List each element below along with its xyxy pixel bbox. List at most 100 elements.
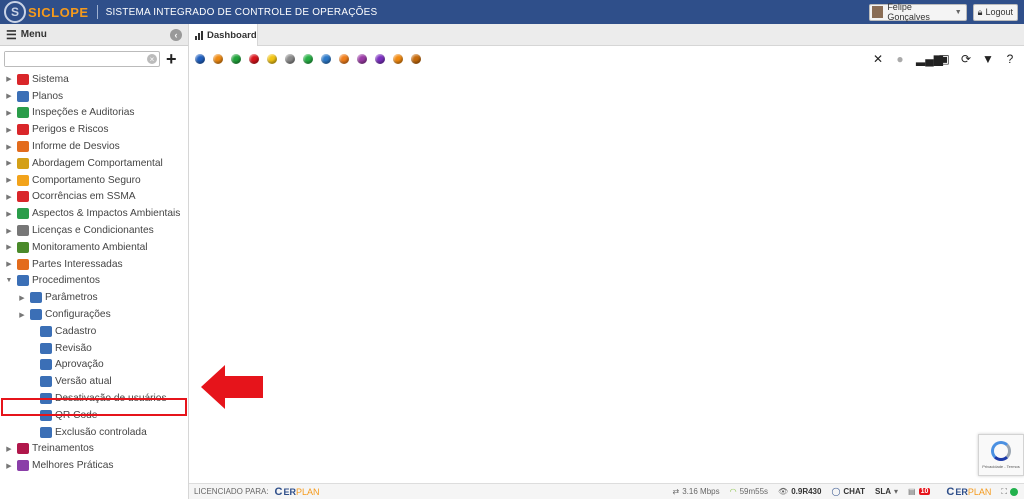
collapse-sidebar-icon[interactable]: ‹ <box>170 28 182 41</box>
expand-right-icon[interactable]: ▶ <box>17 311 27 319</box>
sidebar-item-versao-atual[interactable]: Versão atual <box>0 373 188 390</box>
refresh-icon[interactable]: ⟳ <box>960 52 972 66</box>
expand-right-icon[interactable]: ▶ <box>4 109 14 117</box>
sidebar-item-aspectos-impactos-ambientais[interactable]: ▶ Aspectos & Impactos Ambientais <box>0 205 188 222</box>
expand-right-icon[interactable]: ▶ <box>4 445 14 453</box>
sidebar-item-licencas-e-condicionantes[interactable]: ▶ Licenças e Condicionantes <box>0 222 188 239</box>
thumbs-up-icon <box>40 342 52 354</box>
notifications[interactable]: ▤ 10 <box>908 487 931 496</box>
status-filter-dot[interactable] <box>375 54 385 64</box>
status-filter-dot[interactable] <box>267 54 277 64</box>
sliders-icon <box>30 309 42 321</box>
circle-icon[interactable]: ● <box>894 52 906 66</box>
hamburger-icon[interactable]: ☰ <box>6 28 17 42</box>
status-filter-dot[interactable] <box>285 54 295 64</box>
status-filter-dot[interactable] <box>249 54 259 64</box>
status-filter-dot[interactable] <box>357 54 367 64</box>
expand-right-icon[interactable]: ▶ <box>4 243 14 251</box>
status-filter-dot[interactable] <box>393 54 403 64</box>
chat-icon: ◯ <box>831 487 841 496</box>
sidebar-item-label: Perigos e Riscos <box>32 124 109 136</box>
help-icon[interactable]: ? <box>1004 52 1016 66</box>
sidebar-item-cadastro[interactable]: Cadastro <box>0 323 188 340</box>
sidebar-item-perigos-e-riscos[interactable]: ▶ Perigos e Riscos <box>0 121 188 138</box>
sidebar-item-informe-de-desvios[interactable]: ▶ Informe de Desvios <box>0 138 188 155</box>
chat-button[interactable]: ◯ CHAT <box>831 487 865 496</box>
status-filter-dot[interactable] <box>231 54 241 64</box>
licensed-label: LICENCIADO PARA: <box>194 487 269 496</box>
expand-right-icon[interactable]: ▶ <box>4 462 14 470</box>
filter-icon[interactable]: ▼ <box>982 52 994 66</box>
logout-button[interactable]: 🔒︎ Logout <box>972 3 1018 21</box>
footer: LICENCIADO PARA: C ER PLAN ⇄ 3.16 Mbps ◠ 59… <box>189 483 1024 499</box>
sidebar-item-planos[interactable]: ▶ Planos <box>0 88 188 105</box>
helmet-icon <box>17 174 29 186</box>
fullscreen-button[interactable]: ⛶ <box>1001 487 1018 497</box>
diamond-icon <box>17 157 29 169</box>
sidebar-item-parametros[interactable]: ▶ Parâmetros <box>0 289 188 306</box>
logo-icon: S <box>4 1 26 23</box>
user-menu-button[interactable]: Felipe Gonçalves ▼ <box>868 2 967 22</box>
sidebar-item-revisao[interactable]: Revisão <box>0 340 188 357</box>
sidebar-item-label: Parâmetros <box>45 292 98 304</box>
recaptcha-badge[interactable]: Privacidade - Termos <box>978 434 1024 476</box>
sidebar-item-melhores-praticas[interactable]: ▶ Melhores Práticas <box>0 457 188 474</box>
sidebar-item-label: Informe de Desvios <box>32 141 120 153</box>
menu-search-input[interactable] <box>5 52 145 66</box>
sidebar-item-inspecoes-e-auditorias[interactable]: ▶ Inspeções e Auditorias <box>0 105 188 122</box>
sidebar-item-ocorrencias-em-ssma[interactable]: ▶ Ocorrências em SSMA <box>0 189 188 206</box>
sidebar-item-aprovacao[interactable]: Aprovação <box>0 357 188 374</box>
tab-label: Dashboard <box>207 29 257 41</box>
sidebar-item-label: Monitoramento Ambiental <box>32 241 148 253</box>
session-timer: ◠ 59m55s <box>729 487 769 496</box>
expand-right-icon[interactable]: ▶ <box>4 75 14 83</box>
calendar-icon <box>17 90 29 102</box>
erplan-logo-right: C ER PLAN <box>946 485 992 498</box>
sla-dropdown[interactable]: SLA ▾ <box>875 487 898 496</box>
expand-right-icon[interactable]: ▶ <box>4 176 14 184</box>
sidebar-item-comportamento-seguro[interactable]: ▶ Comportamento Seguro <box>0 172 188 189</box>
sidebar-item-procedimentos[interactable]: ▼ Procedimentos <box>0 273 188 290</box>
expand-right-icon[interactable]: ▶ <box>4 193 14 201</box>
expand-right-icon[interactable]: ▶ <box>17 294 27 302</box>
sidebar-item-sistema[interactable]: ▶ Sistema <box>0 71 188 88</box>
sidebar-item-label: Comportamento Seguro <box>32 174 141 186</box>
sidebar-item-partes-interessadas[interactable]: ▶ Partes Interessadas <box>0 256 188 273</box>
sidebar-item-treinamentos[interactable]: ▶ Treinamentos <box>0 441 188 458</box>
status-filter-dot[interactable] <box>213 54 223 64</box>
expand-right-icon[interactable]: ▶ <box>4 227 14 235</box>
status-filter-dot[interactable] <box>195 54 205 64</box>
people-icon <box>17 258 29 270</box>
close-icon[interactable]: ✕ <box>872 52 884 66</box>
menu-search-row: × + <box>0 46 188 70</box>
chevron-down-icon: ▾ <box>894 487 899 496</box>
status-filter-dot[interactable] <box>303 54 313 64</box>
eye-icon: 👁︎ <box>778 487 789 496</box>
monitor-icon[interactable]: ▣ <box>938 52 950 66</box>
add-button[interactable]: + <box>166 50 177 68</box>
sidebar-item-label: Abordagem Comportamental <box>32 157 163 169</box>
expand-right-icon[interactable]: ▶ <box>4 143 14 151</box>
logo[interactable]: S SICLOPE <box>0 0 89 24</box>
warning-icon <box>17 124 29 136</box>
phone-icon <box>17 141 29 153</box>
sidebar-item-label: Melhores Práticas <box>32 460 114 472</box>
expand-right-icon[interactable]: ▶ <box>4 260 14 268</box>
clear-search-icon[interactable]: × <box>147 54 157 64</box>
expand-right-icon[interactable]: ▶ <box>4 159 14 167</box>
sidebar-item-configuracoes[interactable]: ▶ Configurações <box>0 306 188 323</box>
sidebar-item-label: Ocorrências em SSMA <box>32 191 136 203</box>
signal-icon[interactable]: ▂▄▆ <box>916 52 943 66</box>
sidebar-item-abordagem-comportamental[interactable]: ▶ Abordagem Comportamental <box>0 155 188 172</box>
sidebar-item-monitoramento-ambiental[interactable]: ▶ Monitoramento Ambiental <box>0 239 188 256</box>
status-filter-dot[interactable] <box>339 54 349 64</box>
expand-right-icon[interactable]: ▶ <box>4 210 14 218</box>
status-filter-dot[interactable] <box>321 54 331 64</box>
tab-dashboard[interactable]: Dashboard <box>189 24 258 46</box>
expand-right-icon[interactable]: ▶ <box>4 126 14 134</box>
status-filter-dot[interactable] <box>411 54 421 64</box>
expand-right-icon[interactable]: ▶ <box>4 92 14 100</box>
erplan-c-icon: C <box>274 485 283 498</box>
expand-down-icon[interactable]: ▼ <box>4 277 14 284</box>
sidebar-item-exclusao-controlada[interactable]: Exclusão controlada <box>0 424 188 441</box>
